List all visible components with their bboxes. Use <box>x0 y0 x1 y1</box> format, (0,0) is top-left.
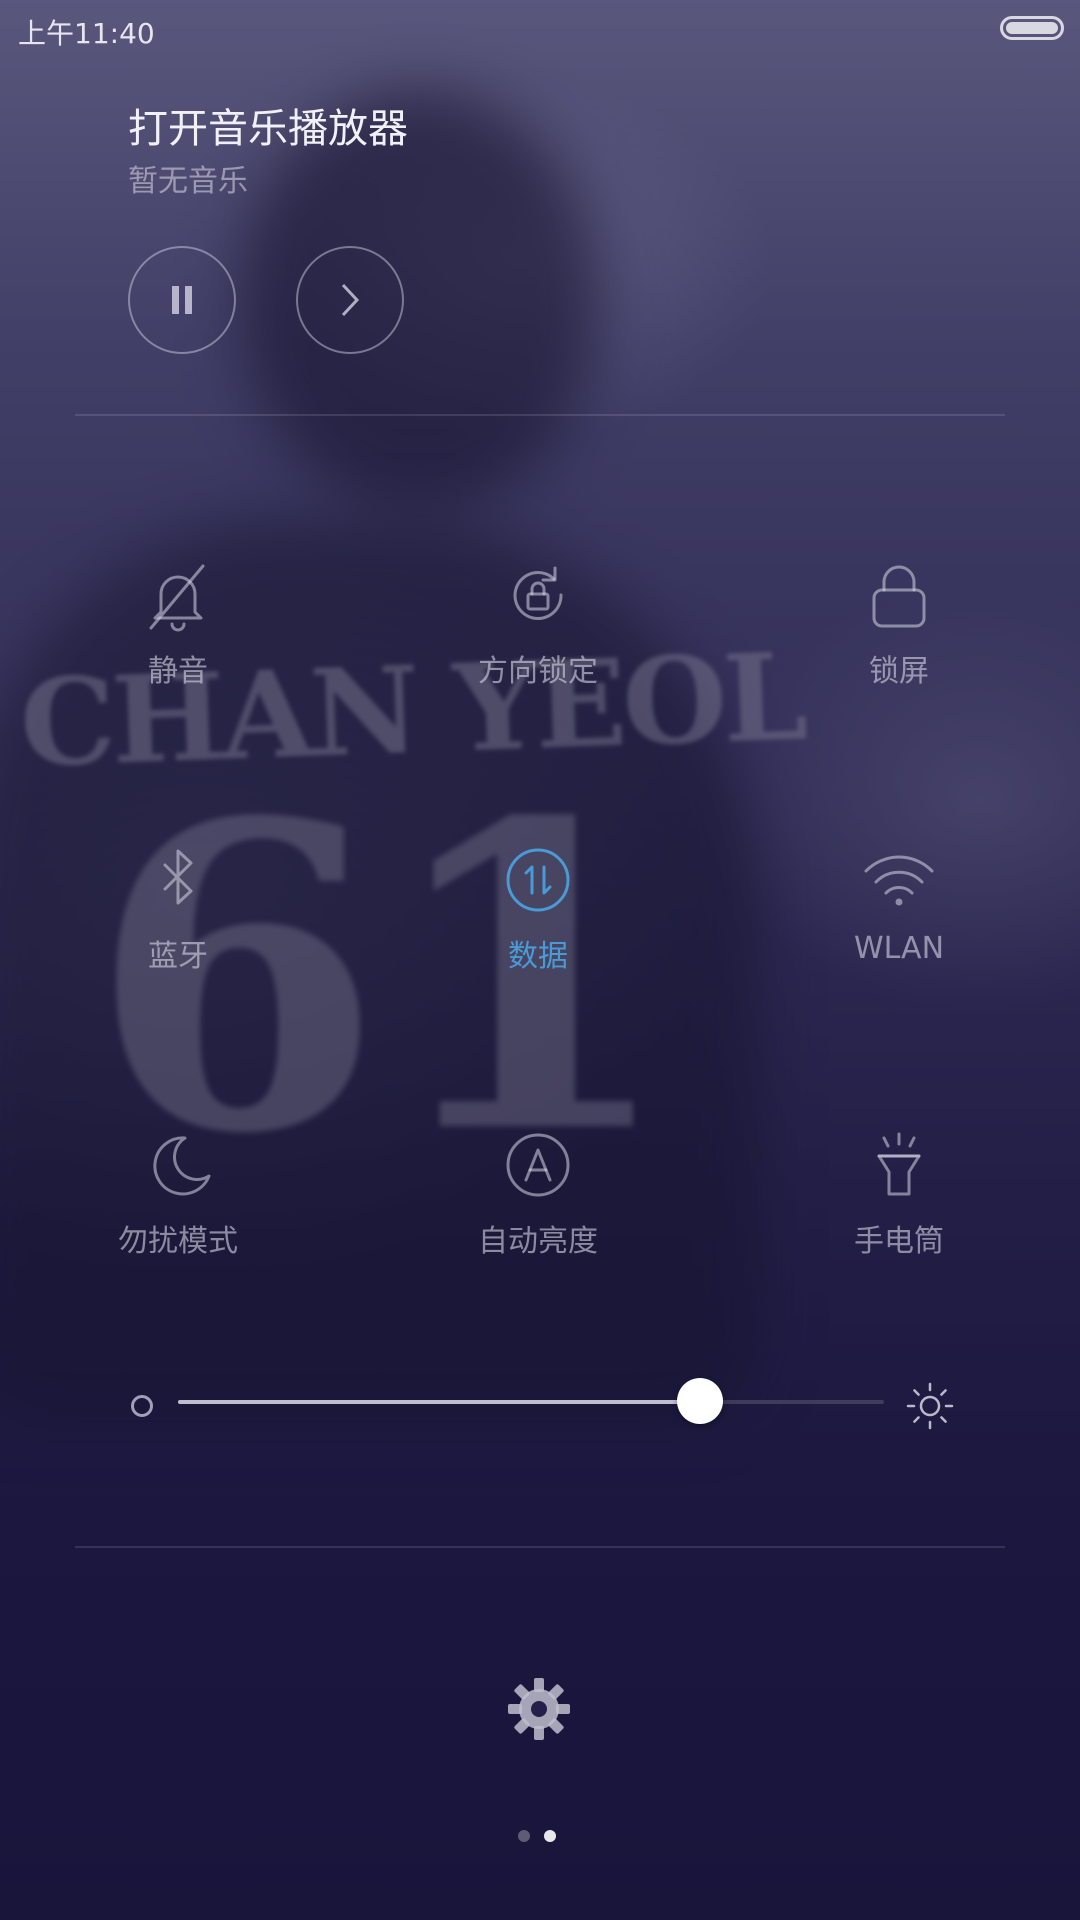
moon-icon <box>153 1136 211 1196</box>
gear-icon[interactable] <box>506 1676 572 1742</box>
toggle-bell-off[interactable]: 静音 <box>68 550 288 690</box>
rotation-lock-icon <box>513 566 563 621</box>
toggle-label: 方向锁定 <box>478 654 598 689</box>
toggle-moon[interactable]: 勿扰模式 <box>68 1120 288 1260</box>
bell-off-icon <box>149 564 205 632</box>
divider <box>75 414 1005 416</box>
brightness-fill <box>178 1400 700 1404</box>
page-dot <box>544 1830 556 1842</box>
flashlight-icon <box>877 1132 921 1196</box>
music-status: 暂无音乐 <box>128 164 248 199</box>
status-time: 上午11:40 <box>18 17 155 50</box>
next-icon <box>341 283 360 317</box>
page-dot <box>518 1830 530 1842</box>
brightness-slider[interactable] <box>178 1378 884 1424</box>
sun-icon <box>906 1382 954 1430</box>
toggle-flashlight[interactable]: 手电筒 <box>789 1120 1009 1260</box>
toggle-label: 自动亮度 <box>478 1224 598 1259</box>
toggle-label: 锁屏 <box>869 654 929 689</box>
toggle-bluetooth[interactable]: 蓝牙 <box>68 835 288 975</box>
pause-button[interactable] <box>128 246 236 354</box>
wifi-icon <box>864 855 934 906</box>
toggle-rotation-lock[interactable]: 方向锁定 <box>428 550 648 690</box>
toggle-lock[interactable]: 锁屏 <box>789 550 1009 690</box>
toggle-label: 静音 <box>148 654 208 689</box>
toggle-label: 数据 <box>508 939 568 974</box>
toggle-auto-brightness[interactable]: 自动亮度 <box>428 1120 648 1260</box>
battery-icon <box>1000 16 1064 40</box>
pause-icon <box>172 286 192 314</box>
toggle-label: 手电筒 <box>854 1224 944 1259</box>
music-player-title[interactable]: 打开音乐播放器 <box>128 96 408 154</box>
mobile-data-icon <box>506 848 570 912</box>
brightness-thumb[interactable] <box>677 1378 723 1424</box>
toggle-label: WLAN <box>853 931 945 966</box>
brightness-low-icon <box>131 1395 153 1417</box>
toggle-label: 蓝牙 <box>148 939 208 974</box>
toggle-mobile-data[interactable]: 数据 <box>428 835 648 975</box>
bluetooth-icon <box>163 849 193 905</box>
lock-icon <box>872 565 926 628</box>
toggle-label: 勿扰模式 <box>118 1224 238 1259</box>
auto-brightness-icon <box>506 1133 570 1197</box>
next-button[interactable] <box>296 246 404 354</box>
toggle-wifi[interactable]: WLAN <box>789 835 1009 966</box>
divider <box>75 1546 1005 1548</box>
page-indicator <box>518 1830 556 1842</box>
